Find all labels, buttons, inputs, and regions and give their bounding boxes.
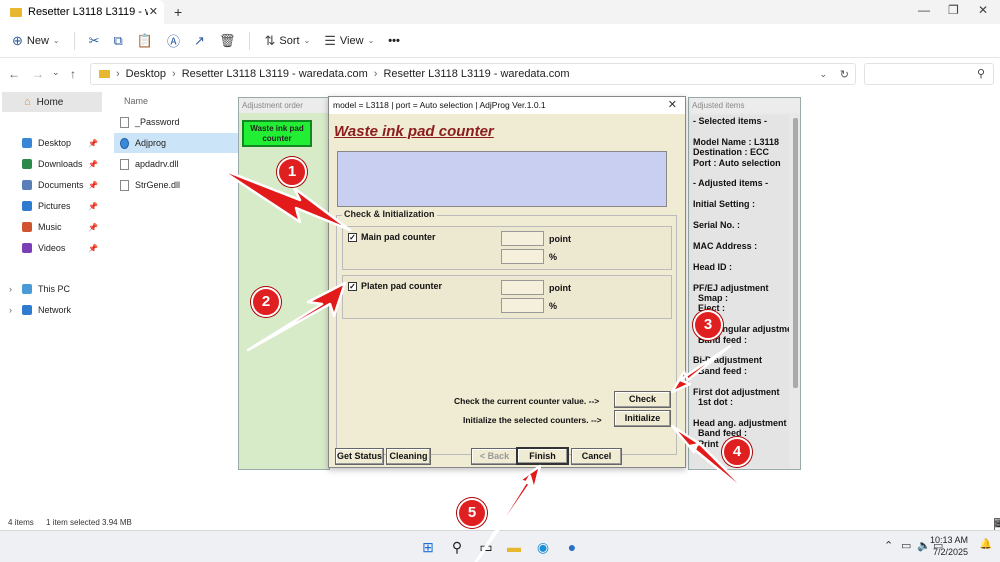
step-badge-5: 5 — [457, 498, 487, 528]
arrow-3-icon — [670, 344, 732, 394]
annotation-arrows — [216, 166, 758, 562]
step-badge-3: 3 — [693, 310, 723, 340]
step-badge-4: 4 — [722, 437, 752, 467]
step-badge-2: 2 — [251, 287, 281, 317]
step-badge-1: 1 — [277, 157, 307, 187]
